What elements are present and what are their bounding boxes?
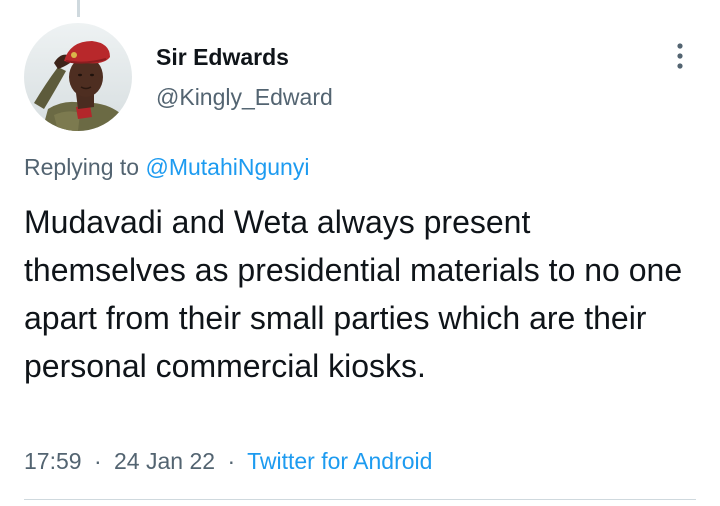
more-options-button[interactable] [664, 38, 696, 74]
tweet-time[interactable]: 17:59 [24, 448, 82, 474]
thread-connector-line [77, 0, 80, 17]
avatar-image [24, 23, 132, 131]
divider [24, 499, 696, 500]
avatar[interactable] [24, 23, 132, 131]
author-name[interactable]: Sir Edwards [156, 42, 289, 72]
tweet-date[interactable]: 24 Jan 22 [114, 448, 215, 474]
author-handle[interactable]: @Kingly_Edward [156, 82, 333, 112]
replying-to-label: Replying to [24, 154, 140, 180]
tweet-metadata: 17:59 · 24 Jan 22 · Twitter for Android [24, 446, 432, 476]
separator-dot: · [227, 448, 236, 474]
replying-to-line: Replying to @MutahiNgunyi [24, 152, 309, 182]
separator-dot: · [93, 448, 102, 474]
tweet-source-link[interactable]: Twitter for Android [247, 448, 432, 474]
tweet-text: Mudavadi and Weta always present themsel… [24, 204, 683, 384]
replying-to-mention-link[interactable]: @MutahiNgunyi [145, 154, 309, 180]
more-options-vertical-icon [677, 43, 683, 69]
